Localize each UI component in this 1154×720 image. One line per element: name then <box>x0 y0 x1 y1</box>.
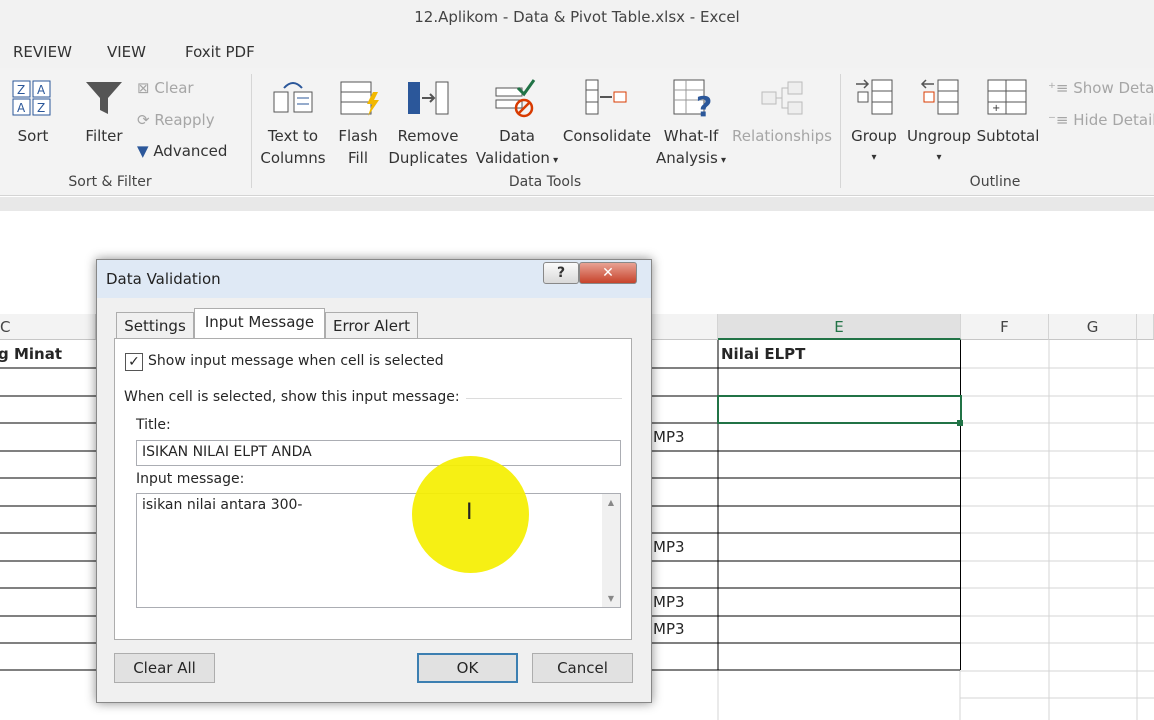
filter-button[interactable]: Filter <box>78 125 130 147</box>
sort-filter-group-label: Sort & Filter <box>68 174 152 190</box>
text-to-columns-button[interactable]: Text to Columns <box>256 125 330 169</box>
what-if-analysis-button[interactable]: What-If Analysis ▾ <box>652 125 730 172</box>
data-validation-button[interactable]: Data Validation ▾ <box>470 125 564 172</box>
scroll-up-icon[interactable]: ▲ <box>602 498 620 507</box>
data-validation-dialog: Data Validation ? ✕ Settings Input Messa… <box>96 259 652 703</box>
tab-review[interactable]: REVIEW <box>13 43 72 61</box>
clear-icon: ⊠ <box>137 79 155 97</box>
group-separator <box>251 74 252 188</box>
ribbon: ZAAZ Sort Filter ⊠ Clear ⟳ Reapply ▼ Adv… <box>0 68 1154 196</box>
help-icon: ? <box>556 265 566 281</box>
flash-fill-icon <box>339 78 381 118</box>
column-header-e[interactable]: E <box>718 314 961 340</box>
sort-button[interactable]: Sort <box>8 125 58 147</box>
consolidate-icon <box>584 78 630 118</box>
section-label: When cell is selected, show this input m… <box>124 389 466 405</box>
text-cursor-icon: I <box>466 500 473 525</box>
column-header-d[interactable] <box>652 314 718 340</box>
column-header-f[interactable]: F <box>961 314 1049 340</box>
tab-foxit-pdf[interactable]: Foxit PDF <box>185 43 255 61</box>
ok-button[interactable]: OK <box>417 653 518 683</box>
svg-text:A: A <box>37 83 46 97</box>
dialog-title-bar[interactable]: Data Validation ? ✕ <box>97 260 651 298</box>
chevron-down-icon: ▾ <box>936 152 942 163</box>
outline-group-label: Outline <box>969 174 1021 190</box>
show-detail-button[interactable]: ⁺≡ Show Detail <box>1048 78 1154 98</box>
flash-fill-button[interactable]: Flash Fill <box>333 125 383 169</box>
advanced-filter-icon: ▼ <box>137 142 154 160</box>
reapply-icon: ⟳ <box>137 111 155 129</box>
close-icon: ✕ <box>602 265 614 281</box>
cell-d8[interactable]: MP3 <box>653 538 685 556</box>
clear-button[interactable]: ⊠ Clear <box>137 78 194 98</box>
input-message-text: isikan nilai antara 300- <box>142 497 303 513</box>
advanced-button[interactable]: ▼ Advanced <box>137 141 227 161</box>
help-button[interactable]: ? <box>543 262 579 284</box>
remove-duplicates-button[interactable]: Remove Duplicates <box>388 125 468 169</box>
dialog-title: Data Validation <box>106 270 221 288</box>
svg-text:Z: Z <box>17 83 25 97</box>
title-label: Title: <box>136 417 171 433</box>
relationships-icon <box>760 80 804 118</box>
text-to-columns-icon <box>272 78 314 118</box>
cell-c1[interactable]: g Minat <box>0 345 62 363</box>
svg-text:?: ? <box>696 90 712 118</box>
tab-input-message[interactable]: Input Message <box>194 308 325 340</box>
reapply-button[interactable]: ⟳ Reapply <box>137 110 215 130</box>
remove-duplicates-icon <box>406 78 450 118</box>
chevron-down-icon: ▾ <box>717 155 726 166</box>
filter-icon <box>84 78 124 118</box>
group-icon <box>852 78 896 118</box>
ungroup-icon <box>918 78 962 118</box>
show-message-checkbox[interactable]: ✓ <box>125 353 143 371</box>
consolidate-button[interactable]: Consolidate <box>562 125 652 147</box>
data-validation-icon <box>494 78 536 118</box>
hide-detail-button[interactable]: ⁻≡ Hide Detail <box>1048 110 1154 130</box>
input-message-panel: ✓ Show input message when cell is select… <box>114 338 632 640</box>
title-input[interactable]: ISIKAN NILAI ELPT ANDA <box>136 440 621 466</box>
tab-settings[interactable]: Settings <box>116 312 194 340</box>
svg-text:+: + <box>992 103 1000 114</box>
clear-all-button[interactable]: Clear All <box>114 653 215 683</box>
data-tools-group-label: Data Tools <box>508 174 582 190</box>
column-header-h[interactable] <box>1137 314 1154 340</box>
cell-e1[interactable]: Nilai ELPT <box>721 345 805 363</box>
tab-view[interactable]: VIEW <box>107 43 146 61</box>
cancel-button[interactable]: Cancel <box>532 653 633 683</box>
svg-text:A: A <box>17 101 26 115</box>
group-button[interactable]: Group ▾ <box>846 125 902 169</box>
relationships-button[interactable]: Relationships <box>730 125 834 147</box>
show-message-label[interactable]: Show input message when cell is selected <box>148 353 444 369</box>
tab-error-alert[interactable]: Error Alert <box>325 312 418 340</box>
cell-d11[interactable]: MP3 <box>653 620 685 638</box>
subtotal-button[interactable]: Subtotal <box>974 125 1042 147</box>
textarea-scrollbar[interactable]: ▲ ▼ <box>602 494 620 607</box>
svg-text:Z: Z <box>37 101 45 115</box>
what-if-analysis-icon: ? <box>672 78 716 123</box>
cell-d10[interactable]: MP3 <box>653 593 685 611</box>
collapse-icon: ⁻≡ <box>1048 111 1074 129</box>
subtotal-icon: + <box>986 78 1030 118</box>
sort-icon: ZAAZ <box>12 80 52 116</box>
ungroup-button[interactable]: Ungroup ▾ <box>904 125 974 169</box>
column-header-g[interactable]: G <box>1049 314 1137 340</box>
expand-icon: ⁺≡ <box>1048 79 1074 97</box>
ribbon-divider <box>0 197 1154 211</box>
close-button[interactable]: ✕ <box>579 262 637 284</box>
chevron-down-icon: ▾ <box>549 155 559 166</box>
chevron-down-icon: ▾ <box>871 152 877 163</box>
window-title: 12.Aplikom - Data & Pivot Table.xlsx - E… <box>414 8 740 26</box>
group-separator <box>840 74 841 188</box>
input-message-textarea[interactable]: isikan nilai antara 300- ▲ ▼ <box>136 493 621 608</box>
cell-d4[interactable]: MP3 <box>653 428 685 446</box>
checkmark-icon: ✓ <box>128 354 140 370</box>
title-bar: 12.Aplikom - Data & Pivot Table.xlsx - E… <box>0 0 1154 36</box>
ribbon-tabs: REVIEW VIEW Foxit PDF <box>0 36 1154 68</box>
input-message-label: Input message: <box>136 471 245 487</box>
scroll-down-icon[interactable]: ▼ <box>602 594 620 603</box>
column-header-c[interactable]: C <box>0 314 96 340</box>
